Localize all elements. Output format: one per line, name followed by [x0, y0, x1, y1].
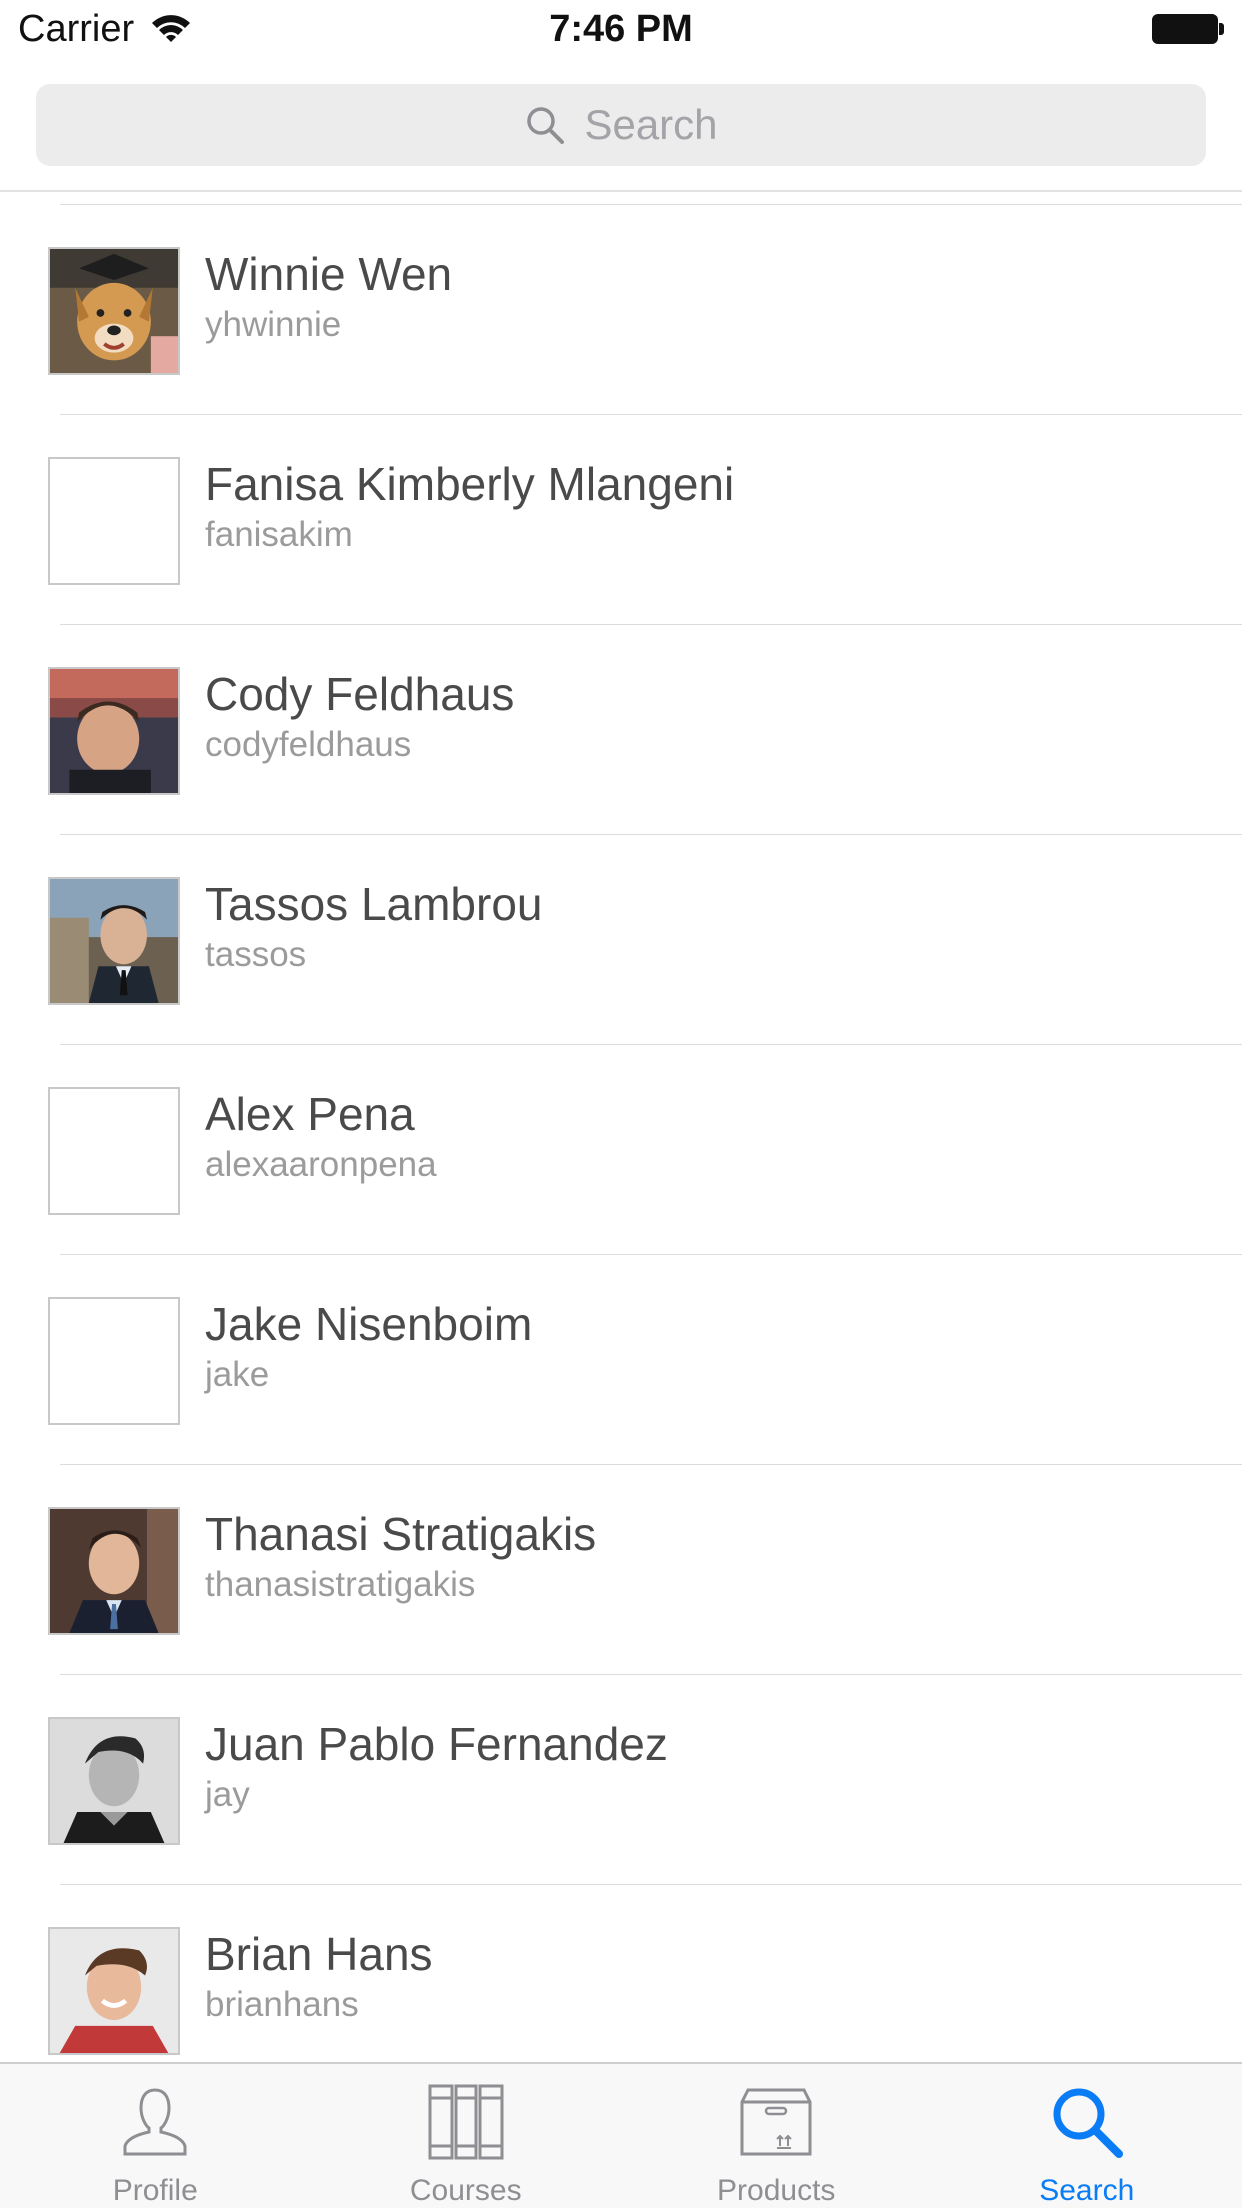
- status-bar: Carrier 7:46 PM: [0, 0, 1242, 60]
- user-name: Winnie Wen: [205, 248, 453, 300]
- tab-search[interactable]: Search: [932, 2064, 1242, 2208]
- user-row[interactable]: Brian Hans brianhans: [0, 1885, 1242, 2056]
- avatar: [48, 667, 180, 795]
- user-name: Brian Hans: [205, 1928, 433, 1980]
- user-name: Cody Feldhaus: [205, 668, 515, 720]
- battery-icon: [1152, 14, 1224, 44]
- person-icon: [123, 2088, 187, 2156]
- user-handle: alexaaronpena: [205, 1145, 437, 1184]
- tab-bar: Profile Courses Products Search: [0, 2062, 1242, 2208]
- user-handle: jake: [205, 1355, 270, 1394]
- avatar: [48, 247, 180, 375]
- avatar: [48, 1717, 180, 1845]
- avatar: [48, 1927, 180, 2055]
- search-icon: [1053, 2088, 1123, 2158]
- user-row[interactable]: Juan Pablo Fernandez jay: [0, 1675, 1242, 1884]
- user-handle: fanisakim: [205, 515, 353, 554]
- box-icon: [740, 2088, 812, 2156]
- header-divider: [0, 190, 1242, 192]
- tab-products[interactable]: Products: [621, 2064, 932, 2208]
- user-name: Thanasi Stratigakis: [205, 1508, 597, 1560]
- avatar-placeholder: [48, 1297, 180, 1425]
- user-name: Juan Pablo Fernandez: [205, 1718, 668, 1770]
- user-row[interactable]: Thanasi Stratigakis thanasistratigakis: [0, 1465, 1242, 1674]
- search-icon: [527, 107, 565, 144]
- user-handle: jay: [205, 1775, 250, 1814]
- app-screen: Carrier 7:46 PM Search Winnie Wen yhwinn…: [0, 0, 1242, 2208]
- user-name: Jake Nisenboim: [205, 1298, 533, 1350]
- user-row[interactable]: Tassos Lambrou tassos: [0, 835, 1242, 1044]
- user-row[interactable]: Winnie Wen yhwinnie: [0, 205, 1242, 414]
- user-row[interactable]: Alex Pena alexaaronpena: [0, 1045, 1242, 1254]
- user-handle: yhwinnie: [205, 305, 342, 344]
- user-handle: tassos: [205, 935, 307, 974]
- avatar-placeholder: [48, 1087, 180, 1215]
- search-placeholder: Search: [584, 101, 718, 148]
- avatar-placeholder: [48, 457, 180, 585]
- tab-label: Search: [1039, 2174, 1135, 2207]
- user-row[interactable]: Fanisa Kimberly Mlangeni fanisakim: [0, 415, 1242, 624]
- user-name: Tassos Lambrou: [205, 878, 543, 930]
- tab-label: Products: [717, 2174, 836, 2207]
- user-row[interactable]: Jake Nisenboim jake: [0, 1255, 1242, 1464]
- tab-profile[interactable]: Profile: [0, 2064, 311, 2208]
- user-name: Fanisa Kimberly Mlangeni: [205, 458, 735, 510]
- avatar: [48, 1507, 180, 1635]
- user-name: Alex Pena: [205, 1088, 415, 1140]
- search-field[interactable]: Search: [36, 84, 1206, 166]
- tab-label: Profile: [112, 2174, 198, 2207]
- user-row[interactable]: Cody Feldhaus codyfeldhaus: [0, 625, 1242, 834]
- tab-label: Courses: [409, 2174, 522, 2207]
- user-handle: brianhans: [205, 1985, 359, 2024]
- books-icon: [428, 2084, 504, 2160]
- avatar: [48, 877, 180, 1005]
- user-list[interactable]: Winnie Wen yhwinnie Fanisa Kimberly Mlan…: [0, 204, 1242, 2056]
- user-handle: codyfeldhaus: [205, 725, 412, 764]
- user-handle: thanasistratigakis: [205, 1565, 476, 1604]
- tab-courses[interactable]: Courses: [311, 2064, 622, 2208]
- status-time: 7:46 PM: [549, 8, 693, 50]
